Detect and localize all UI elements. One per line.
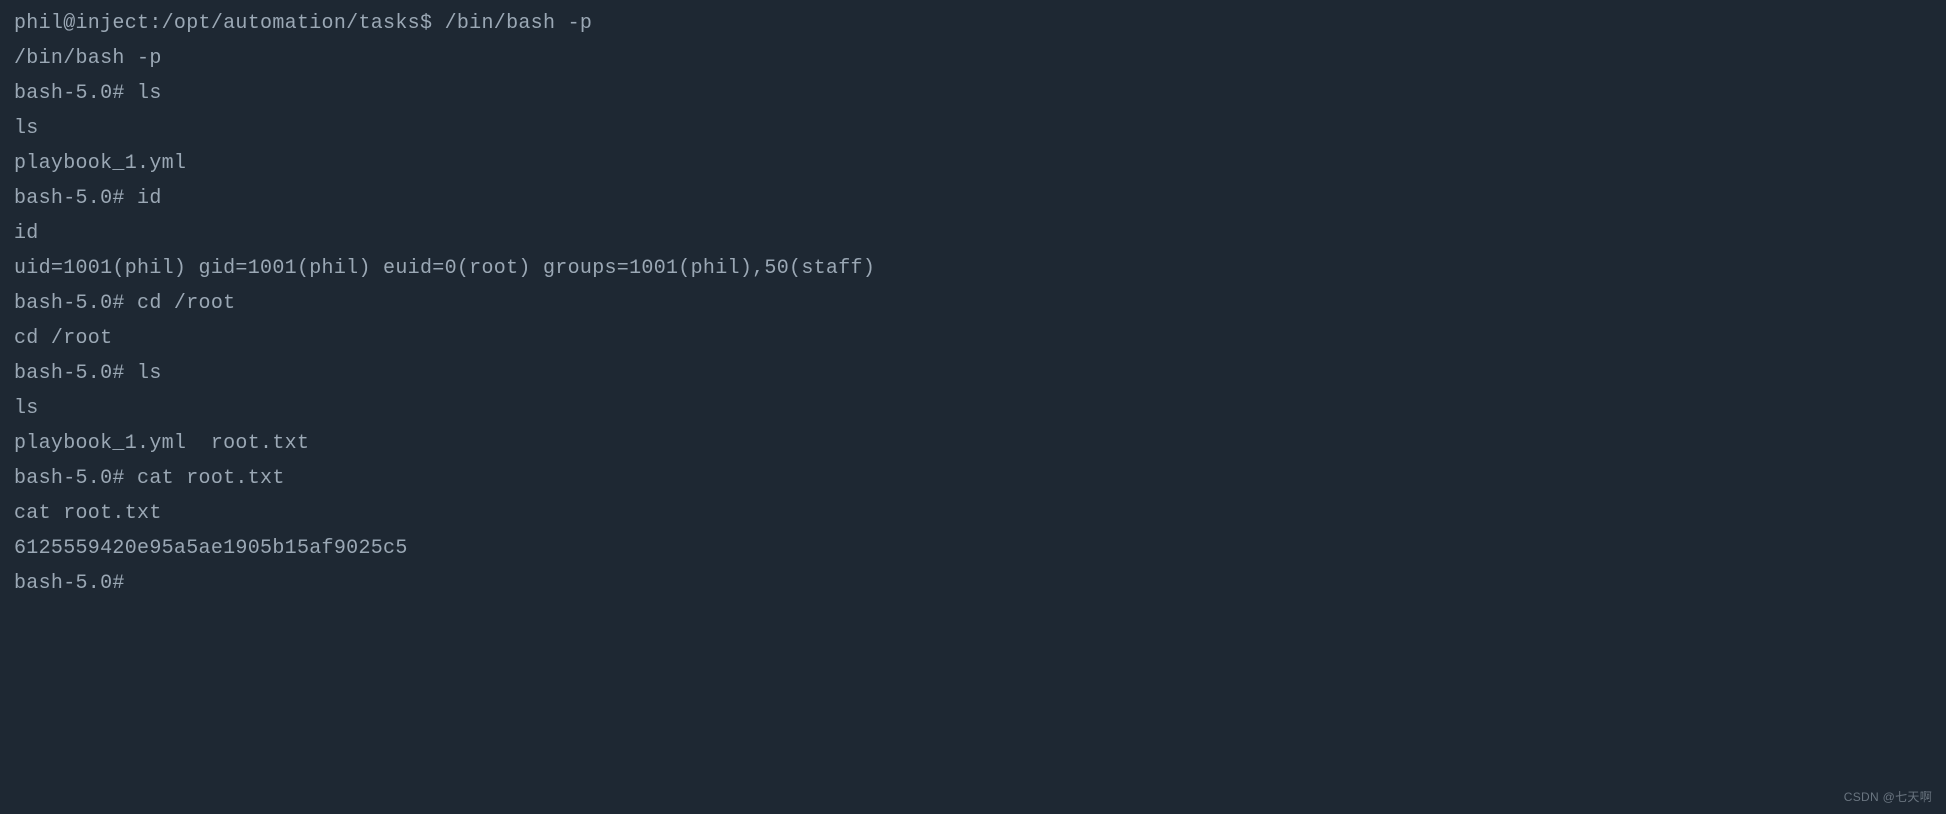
terminal-line: bash-5.0# ls [14, 76, 1932, 111]
terminal-line: ls [14, 391, 1932, 426]
terminal-line: uid=1001(phil) gid=1001(phil) euid=0(roo… [14, 251, 1932, 286]
terminal-line: playbook_1.yml [14, 146, 1932, 181]
terminal-line: id [14, 216, 1932, 251]
terminal-line: 6125559420e95a5ae1905b15af9025c5 [14, 531, 1932, 566]
terminal-line: bash-5.0# cd /root [14, 286, 1932, 321]
terminal-line: phil@inject:/opt/automation/tasks$ /bin/… [14, 6, 1932, 41]
terminal-line: bash-5.0# [14, 566, 1932, 601]
watermark: CSDN @七天啊 [1844, 787, 1932, 808]
terminal-line: cd /root [14, 321, 1932, 356]
terminal-line: /bin/bash -p [14, 41, 1932, 76]
terminal-line: bash-5.0# ls [14, 356, 1932, 391]
terminal-line: bash-5.0# cat root.txt [14, 461, 1932, 496]
terminal-output[interactable]: phil@inject:/opt/automation/tasks$ /bin/… [14, 6, 1932, 601]
terminal-line: bash-5.0# id [14, 181, 1932, 216]
terminal-line: playbook_1.yml root.txt [14, 426, 1932, 461]
terminal-line: cat root.txt [14, 496, 1932, 531]
terminal-line: ls [14, 111, 1932, 146]
